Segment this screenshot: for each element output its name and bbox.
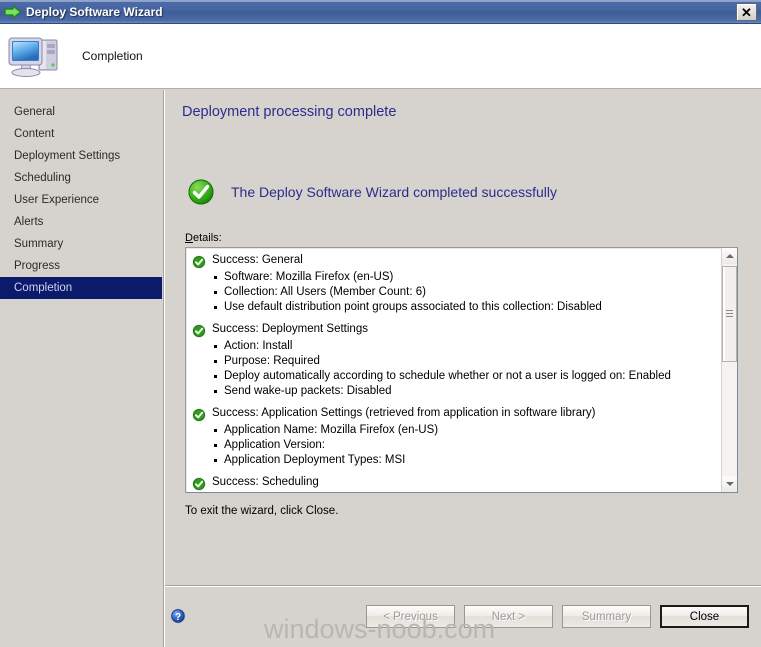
detail-group-scheduling: Success: Scheduling [186,476,722,491]
window-title: Deploy Software Wizard [26,4,163,19]
detail-group-heading: Success: Application Settings (retrieved… [186,407,722,422]
detail-group-general: Success: General Software: Mozilla Firef… [186,254,722,315]
green-arrow-icon [4,4,22,19]
computer-icon [8,37,58,77]
detail-bullet-list: Action: Install Purpose: Required Deploy… [186,339,722,399]
detail-bullet: Deploy automatically according to schedu… [186,369,722,384]
wizard-button-bar: < Previous Next > Summary Close [366,605,749,628]
next-button-label: Next > [491,610,526,623]
sidebar-item-completion[interactable]: Completion [0,277,162,299]
previous-button-label: < Previous [383,610,438,623]
detail-bullet: Collection: All Users (Member Count: 6) [186,285,722,300]
success-message: The Deploy Software Wizard completed suc… [231,184,558,200]
sidebar-item-general[interactable]: General [0,101,162,123]
page-title: Deployment processing complete [182,104,397,120]
detail-bullet: Send wake-up packets: Disabled [186,384,722,399]
sidebar-item-scheduling[interactable]: Scheduling [0,167,162,189]
title-bar: Deploy Software Wizard ✕ [0,0,761,24]
sidebar-item-progress[interactable]: Progress [0,255,162,277]
green-check-icon [192,324,206,338]
detail-group-application-settings: Success: Application Settings (retrieved… [186,407,722,468]
close-button-label: Close [689,610,720,623]
green-check-icon [192,255,206,269]
green-check-icon [192,477,206,491]
details-scrollbar[interactable] [721,248,737,492]
detail-bullet: Application Deployment Types: MSI [186,453,722,468]
next-button[interactable]: Next > [464,605,553,628]
green-check-icon [192,408,206,422]
close-glyph: ✕ [741,4,752,20]
sidebar-item-user-experience[interactable]: User Experience [0,189,162,211]
close-icon[interactable]: ✕ [736,3,757,21]
deploy-software-wizard-window: Deploy Software Wizard ✕ Completion Gene… [0,0,761,647]
close-button[interactable]: Close [660,605,749,628]
detail-group-deployment-settings: Success: Deployment Settings Action: Ins… [186,323,722,399]
detail-bullet: Purpose: Required [186,354,722,369]
detail-bullet-list: Software: Mozilla Firefox (en-US) Collec… [186,270,722,315]
help-question-icon[interactable]: ? [170,608,186,624]
scrollbar-track[interactable] [722,264,737,476]
scrollbar-grip-icon [726,310,733,318]
detail-bullet-list: Application Name: Mozilla Firefox (en-US… [186,423,722,468]
detail-heading-text: Success: Deployment Settings [212,323,368,335]
previous-button[interactable]: < Previous [366,605,455,628]
detail-bullet: Use default distribution point groups as… [186,300,722,315]
detail-heading-text: Success: General [212,254,303,266]
footer-separator [165,585,761,587]
sidebar-item-alerts[interactable]: Alerts [0,211,162,233]
chevron-down-icon [725,482,734,486]
wizard-header: Completion [0,24,761,89]
wizard-sidebar: General Content Deployment Settings Sche… [0,90,162,647]
details-label-rest: etails: [192,232,222,244]
scrollbar-thumb[interactable] [722,266,737,362]
details-scroll-content: Success: General Software: Mozilla Firef… [186,248,722,492]
chevron-up-icon [725,254,734,258]
green-check-circle-icon [186,177,216,207]
sidebar-item-summary[interactable]: Summary [0,233,162,255]
sidebar-item-list: General Content Deployment Settings Sche… [0,101,162,299]
wizard-content-pane: Deployment processing complete The Deplo… [165,90,761,647]
detail-group-heading: Success: General [186,254,722,269]
detail-bullet: Application Version: [186,438,722,453]
svg-text:?: ? [175,612,181,623]
detail-group-heading: Success: Deployment Settings [186,323,722,338]
sidebar-item-deployment-settings[interactable]: Deployment Settings [0,145,162,167]
detail-group-heading: Success: Scheduling [186,476,722,491]
sidebar-item-content[interactable]: Content [0,123,162,145]
summary-button[interactable]: Summary [562,605,651,628]
detail-heading-text: Success: Application Settings (retrieved… [212,407,596,419]
exit-instruction: To exit the wizard, click Close. [185,505,339,517]
detail-bullet: Software: Mozilla Firefox (en-US) [186,270,722,285]
details-accesskey: D [185,232,193,244]
detail-bullet: Action: Install [186,339,722,354]
detail-bullet: Application Name: Mozilla Firefox (en-US… [186,423,722,438]
scroll-down-button[interactable] [722,476,737,492]
details-label: Details: [185,232,222,244]
wizard-step-title: Completion [82,49,143,63]
details-list-box[interactable]: Success: General Software: Mozilla Firef… [185,247,738,493]
success-banner: The Deploy Software Wizard completed suc… [185,176,557,208]
detail-heading-text: Success: Scheduling [212,476,319,488]
summary-button-label: Summary [581,610,632,623]
scroll-up-button[interactable] [722,248,737,264]
